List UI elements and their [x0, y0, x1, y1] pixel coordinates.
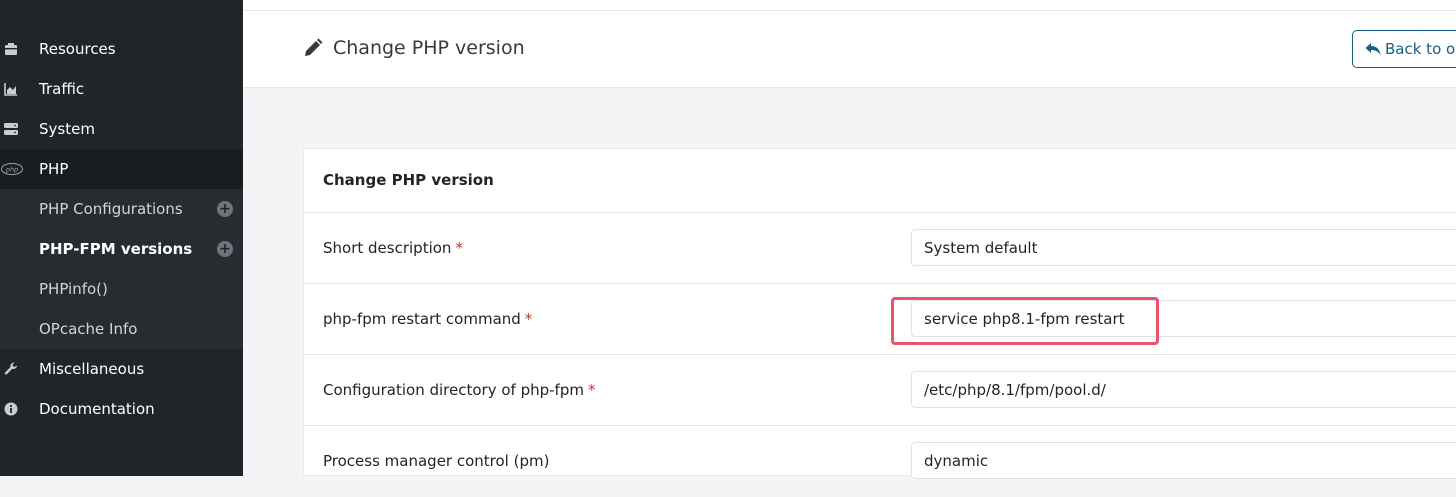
back-to-overview-button[interactable]: Back to ov: [1352, 30, 1456, 68]
server-icon: [3, 121, 19, 137]
sidebar-item-label: Miscellaneous: [39, 360, 145, 378]
process-manager-input[interactable]: [911, 442, 1456, 479]
sidebar-item-documentation[interactable]: Documentation: [0, 389, 243, 429]
field-label-text: Short description: [323, 239, 452, 257]
sidebar-item-label: System: [39, 120, 95, 138]
sidebar-subitem-opcache-info[interactable]: OPcache Info: [0, 309, 243, 349]
sidebar-subitem-label: PHPinfo(): [39, 280, 108, 298]
form-row-short-description: Short description *: [304, 213, 1456, 284]
field-label: Short description *: [323, 238, 463, 258]
sidebar-item-traffic[interactable]: Traffic: [0, 69, 243, 109]
sidebar-item-php[interactable]: php PHP: [0, 149, 243, 189]
field-label: Configuration directory of php-fpm *: [323, 380, 595, 400]
sidebar-subitem-label: PHP-FPM versions: [39, 240, 193, 258]
page-header: Change PHP version Back to ov: [243, 10, 1456, 88]
field-label-text: Configuration directory of php-fpm: [323, 381, 584, 399]
required-marker: *: [455, 239, 463, 257]
top-bar: [243, 0, 1456, 10]
chart-area-icon: [3, 81, 19, 97]
page-title-text: Change PHP version: [333, 37, 525, 59]
form-row-process-manager: Process manager control (pm): [304, 426, 1456, 497]
wrench-icon: [3, 361, 19, 377]
sidebar-subitem-phpinfo[interactable]: PHPinfo(): [0, 269, 243, 309]
sidebar-item-label: Resources: [39, 40, 116, 58]
sidebar-item-miscellaneous[interactable]: Miscellaneous: [0, 349, 243, 389]
sidebar-item-label: PHP: [39, 160, 69, 178]
box-icon: [3, 41, 19, 57]
field-label-text: Process manager control (pm): [323, 452, 550, 470]
field-label: php-fpm restart command *: [323, 309, 532, 329]
page-title: Change PHP version: [303, 35, 525, 61]
field-label: Process manager control (pm): [323, 451, 549, 471]
form-row-config-directory: Configuration directory of php-fpm *: [304, 355, 1456, 426]
config-directory-input[interactable]: [911, 371, 1456, 408]
sidebar-item-system[interactable]: System: [0, 109, 243, 149]
card-title: Change PHP version: [323, 171, 494, 189]
field-label-text: php-fpm restart command: [323, 310, 521, 328]
restart-command-input[interactable]: [911, 300, 1456, 337]
php-icon: php: [1, 161, 23, 177]
sidebar-subitem-label: PHP Configurations: [39, 200, 183, 218]
form-row-restart-command: php-fpm restart command *: [304, 284, 1456, 355]
sidebar-item-label: Traffic: [39, 80, 85, 98]
svg-text:php: php: [5, 166, 18, 174]
pencil-icon: [303, 38, 323, 58]
reply-icon: [1365, 41, 1381, 57]
short-description-input[interactable]: [911, 229, 1456, 266]
sidebar-subitem-php-configurations[interactable]: PHP Configurations +: [0, 189, 243, 229]
back-button-label: Back to ov: [1385, 40, 1456, 58]
sidebar-subitem-label: OPcache Info: [39, 320, 138, 338]
card-header: Change PHP version: [304, 149, 1456, 213]
add-circle-icon[interactable]: +: [217, 241, 233, 257]
sidebar-item-resources[interactable]: Resources: [0, 29, 243, 69]
required-marker: *: [524, 310, 533, 328]
sidebar: Resources Traffic System php PHP PHP Con…: [0, 0, 243, 476]
php-submenu: PHP Configurations + PHP-FPM versions + …: [0, 189, 243, 349]
add-circle-icon[interactable]: +: [217, 201, 233, 217]
info-circle-icon: [3, 401, 19, 417]
sidebar-item-label: Documentation: [39, 400, 155, 418]
form-card: Change PHP version Short description* ph…: [303, 148, 1456, 479]
required-marker: *: [587, 381, 596, 399]
sidebar-subitem-php-fpm-versions[interactable]: PHP-FPM versions +: [0, 229, 243, 269]
